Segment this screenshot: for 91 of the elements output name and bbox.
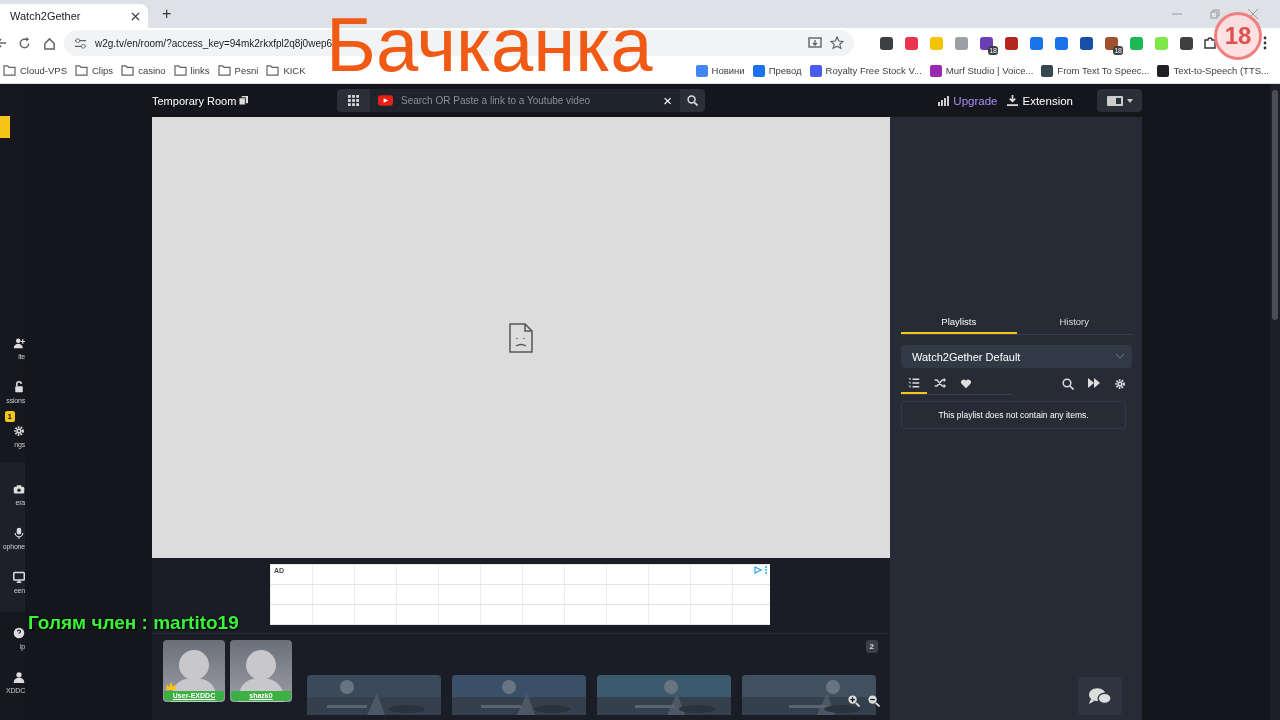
grid-icon: [348, 95, 359, 106]
list-icon: [908, 376, 920, 389]
tab-title: Watch2Gether: [10, 10, 82, 22]
camera-icon[interactable]: [13, 482, 25, 495]
site-icon: [1157, 64, 1170, 77]
bookmark[interactable]: KICK: [266, 65, 306, 76]
panel-tab[interactable]: History: [1016, 314, 1132, 334]
puzzle-icon[interactable]: [1203, 36, 1217, 50]
heart-icon: [960, 376, 972, 389]
panel-tab[interactable]: Playlists: [901, 314, 1017, 334]
site-icon: [1041, 64, 1054, 77]
menu-icon[interactable]: [1263, 36, 1267, 50]
copy-icon[interactable]: [239, 96, 249, 105]
empty-message: This playlist does not contain any items.: [901, 401, 1126, 429]
playlist-dropdown[interactable]: Watch2Gether Default: [901, 345, 1132, 368]
site-icon: [752, 64, 765, 77]
extension-icon[interactable]: [1055, 36, 1068, 50]
extension-icon[interactable]: [1030, 36, 1043, 50]
upgrade-link[interactable]: Upgrade: [937, 94, 998, 107]
extension-link[interactable]: Extension: [1007, 94, 1073, 107]
chevron-icon: [1116, 354, 1124, 359]
bookmark[interactable]: From Text To Speec...: [1041, 64, 1150, 77]
help-icon[interactable]: [13, 626, 25, 639]
new-tab-button[interactable]: +: [156, 4, 178, 24]
language-button[interactable]: [1097, 89, 1142, 112]
chat-button[interactable]: [1078, 677, 1122, 715]
bookmark[interactable]: Clips: [75, 65, 114, 76]
bookmark[interactable]: Новини: [695, 64, 745, 77]
download-icon: [1007, 95, 1019, 106]
settings-icon[interactable]: [13, 424, 25, 437]
clear-button[interactable]: ×: [663, 92, 672, 109]
ad-choices-icon[interactable]: [754, 566, 762, 574]
search-field[interactable]: Search OR Paste a link to a Youtube video ×: [370, 89, 680, 112]
monitor-icon[interactable]: [13, 570, 25, 583]
chart-icon: [937, 94, 950, 107]
extension-icon[interactable]: [1105, 36, 1118, 50]
caret-icon: [1126, 98, 1133, 103]
bookmark[interactable]: Cloud-VPS: [3, 65, 67, 76]
search-icon[interactable]: [1062, 378, 1074, 390]
search-button[interactable]: [680, 89, 705, 112]
microphone-icon[interactable]: [13, 526, 25, 539]
logo-icon[interactable]: [0, 114, 10, 140]
zoom-in-icon[interactable]: [847, 694, 860, 707]
lock-icon[interactable]: [13, 380, 25, 393]
folder-icon: [217, 65, 231, 76]
close-icon[interactable]: [131, 11, 140, 21]
folder-icon: [266, 65, 280, 76]
install-icon[interactable]: [808, 36, 822, 50]
star-icon[interactable]: [830, 36, 844, 50]
site-icon: [929, 64, 942, 77]
extension-icon[interactable]: [1005, 36, 1018, 50]
extension-icon[interactable]: [880, 36, 893, 50]
site-icon: [695, 64, 708, 77]
folder-icon: [173, 65, 187, 76]
bookmark[interactable]: Превод: [752, 64, 802, 77]
extension-icon[interactable]: [980, 36, 993, 50]
url-text: w2g.tv/en/room/?access_key=94mk2rkxfpl2q8j0wep6: [95, 37, 333, 49]
bookmark[interactable]: Pesni: [217, 65, 259, 76]
user-count: 2: [865, 640, 878, 653]
video-play-icon: [378, 95, 393, 106]
person-add-icon[interactable]: [13, 336, 25, 349]
overlay-chat-message: Голям член : martito19: [28, 612, 239, 634]
back-icon[interactable]: [0, 36, 6, 50]
reload-icon[interactable]: [18, 36, 31, 50]
home-icon[interactable]: [43, 36, 56, 50]
browser-tab[interactable]: Watch2Gether: [0, 4, 148, 28]
broken-file-icon: [509, 322, 533, 353]
bookmark[interactable]: Murf Studio | Voice...: [929, 64, 1034, 77]
folder-icon: [121, 65, 135, 76]
shuffle-icon: [934, 376, 946, 389]
settings-icon[interactable]: [1114, 378, 1126, 390]
site-icon: [809, 64, 822, 77]
folder-icon: [3, 65, 16, 76]
chat-bubbles-icon: [1088, 686, 1112, 706]
fast-forward-icon[interactable]: [1088, 378, 1100, 388]
notification-badge: 1: [4, 411, 15, 422]
bookmark[interactable]: links: [173, 65, 210, 76]
bookmark[interactable]: Royalty Free Stock V...: [809, 64, 922, 77]
tune-icon[interactable]: [74, 36, 87, 50]
translate-icon: [1106, 95, 1123, 106]
extension-icon[interactable]: [1080, 36, 1093, 50]
bookmark[interactable]: casino: [121, 65, 166, 76]
grid-button[interactable]: [337, 89, 370, 112]
zoom-out-icon[interactable]: [867, 694, 880, 707]
search-icon: [687, 95, 698, 106]
user-icon[interactable]: [13, 670, 25, 683]
folder-icon: [75, 65, 88, 76]
room-title: Temporary Room: [152, 94, 237, 107]
bookmark[interactable]: Text-to-Speech (TTS...: [1157, 64, 1269, 77]
extension-icon[interactable]: [1180, 36, 1193, 50]
crown-icon: [166, 681, 176, 691]
